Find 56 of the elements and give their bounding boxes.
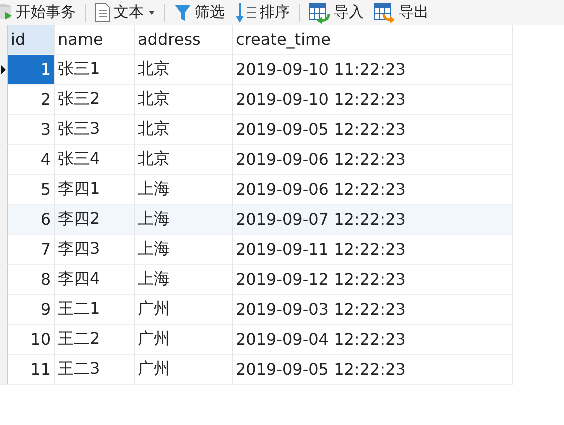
table-cell[interactable]: 2 [8, 85, 55, 115]
table-cell[interactable]: 1 [8, 55, 55, 85]
row-selector[interactable] [0, 355, 8, 385]
table-cell[interactable]: 张三4 [55, 145, 135, 175]
table-cell[interactable]: 李四3 [55, 235, 135, 265]
toolbar-button[interactable]: 排序 [230, 0, 295, 25]
table-cell[interactable]: 2019-09-05 12:22:23 [233, 355, 513, 385]
table-cell[interactable]: 张三1 [55, 55, 135, 85]
table-cell[interactable]: 2019-09-07 12:22:23 [233, 205, 513, 235]
table-cell[interactable]: 2019-09-03 12:22:23 [233, 295, 513, 325]
table-cell[interactable]: 3 [8, 115, 55, 145]
table-cell[interactable]: 上海 [135, 265, 233, 295]
table-cell[interactable]: 王二2 [55, 325, 135, 355]
table-cell[interactable]: 9 [8, 295, 55, 325]
document-icon [95, 2, 111, 22]
column-header[interactable]: id [8, 25, 55, 55]
column-header[interactable]: create_time [233, 25, 513, 55]
table-cell[interactable]: 李四4 [55, 265, 135, 295]
toolbar-button[interactable]: 导出 [369, 0, 434, 25]
table-cell[interactable]: 2019-09-05 12:22:23 [233, 115, 513, 145]
table-cell[interactable]: 2019-09-10 11:22:23 [233, 55, 513, 85]
table-cell[interactable]: 张三3 [55, 115, 135, 145]
table-cell[interactable]: 2019-09-11 12:22:23 [233, 235, 513, 265]
toolbar-button[interactable]: 开始事务 [0, 0, 81, 25]
column-header[interactable]: name [55, 25, 135, 55]
table-cell[interactable]: 7 [8, 235, 55, 265]
table-cell[interactable]: 2019-09-10 12:22:23 [233, 85, 513, 115]
table-cell[interactable]: 10 [8, 325, 55, 355]
toolbar-button[interactable]: 筛选 [169, 0, 230, 25]
table-cell[interactable]: 北京 [135, 115, 233, 145]
toolbar-button[interactable]: 文本 [90, 0, 160, 25]
table-cell[interactable]: 11 [8, 355, 55, 385]
table-cell[interactable]: 王二3 [55, 355, 135, 385]
column-header[interactable]: address [135, 25, 233, 55]
table-cell[interactable]: 广州 [135, 325, 233, 355]
table-cell[interactable]: 6 [8, 205, 55, 235]
table-cell[interactable]: 上海 [135, 235, 233, 265]
table-cell[interactable]: 北京 [135, 55, 233, 85]
table-cell[interactable]: 上海 [135, 205, 233, 235]
toolbar-button[interactable]: 导入 [304, 0, 369, 25]
filter-icon [174, 2, 192, 22]
table-cell[interactable]: 李四2 [55, 205, 135, 235]
table-cell[interactable]: 2019-09-12 12:22:23 [233, 265, 513, 295]
table-cell[interactable]: 北京 [135, 85, 233, 115]
table-cell[interactable]: 王二1 [55, 295, 135, 325]
table-cell[interactable]: 北京 [135, 145, 233, 175]
table-cell[interactable]: 张三2 [55, 85, 135, 115]
table-cell[interactable]: 广州 [135, 295, 233, 325]
table-cell[interactable]: 2019-09-06 12:22:23 [233, 145, 513, 175]
table-cell[interactable]: 广州 [135, 355, 233, 385]
table-cell[interactable]: 8 [8, 265, 55, 295]
sort-icon [235, 2, 257, 24]
caret-icon [149, 10, 155, 14]
database-icon [0, 4, 13, 22]
table-cell[interactable]: 4 [8, 145, 55, 175]
table-cell[interactable]: 2019-09-04 12:22:23 [233, 325, 513, 355]
